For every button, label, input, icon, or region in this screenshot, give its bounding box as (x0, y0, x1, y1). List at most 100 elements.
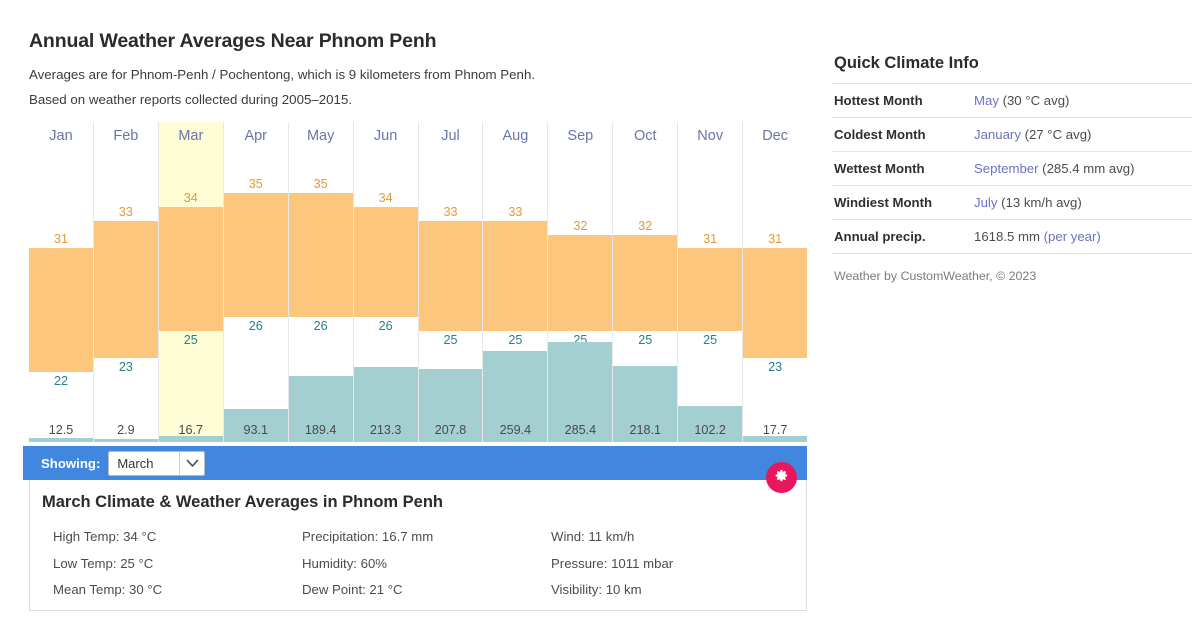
climate-info-link[interactable]: September (974, 161, 1039, 176)
climate-info-value: 1618.5 mm (per year) (974, 220, 1192, 254)
precipitation-value: 16.7 (178, 423, 204, 437)
precipitation-value: 17.7 (762, 423, 788, 437)
sidebar-title: Quick Climate Info (834, 54, 979, 72)
low-temp-value: 23 (118, 360, 133, 375)
temperature-range-bar (548, 234, 613, 331)
month-select[interactable]: March (108, 450, 206, 476)
climate-info-detail: (30 °C avg) (998, 93, 1070, 108)
precipitation-value: 218.1 (629, 423, 662, 437)
month-column-jul[interactable]: Jul 33 25 207.8 (418, 122, 484, 442)
month-column-oct[interactable]: Oct 32 25 218.1 (613, 122, 679, 442)
low-temp-value: 26 (378, 319, 393, 334)
temperature-range-bar (743, 248, 808, 359)
low-temp-value: 25 (183, 332, 198, 347)
month-column-dec[interactable]: Dec 31 23 17.7 (743, 122, 808, 442)
climate-info-link[interactable]: May (974, 93, 999, 108)
detail-stats-grid: High Temp: 34 °C Low Temp: 25 °C Mean Temp… (30, 524, 806, 604)
month-label: Oct (633, 128, 657, 144)
detail-column-3: Wind: 11 km/h Pressure: 1011 mbar Visibili… (551, 524, 800, 604)
high-temp-value: 34 (378, 191, 393, 206)
low-temp-value: 25 (443, 332, 458, 347)
low-temp-value: 25 (703, 332, 718, 347)
month-column-jan[interactable]: Jan 31 22 12.5 (29, 122, 94, 442)
detail-stat: Humidity: 60% (302, 555, 388, 571)
month-column-feb[interactable]: Feb 33 23 2.9 (93, 122, 159, 442)
showing-label: Showing: (41, 455, 101, 471)
climate-info-label: Hottest Month (834, 93, 923, 108)
climate-info-link[interactable]: (per year) (1044, 229, 1101, 244)
month-label: Dec (762, 128, 788, 144)
chevron-down-icon (179, 451, 204, 475)
precipitation-value: 93.1 (243, 423, 268, 437)
quick-climate-info-panel: Quick Climate Info Hottest Month May (30 … (832, 54, 1192, 283)
climate-info-link[interactable]: January (974, 127, 1021, 142)
climate-info-row: Annual precip. 1618.5 mm (per year) (832, 219, 1192, 254)
month-column-jun[interactable]: Jun 34 26 213.3 (353, 122, 419, 442)
climate-info-label: Coldest Month (834, 127, 926, 142)
climate-info-row: Hottest Month May (30 °C avg) (832, 83, 1192, 118)
climate-info-label: Wettest Month (834, 161, 925, 176)
precipitation-bar (29, 437, 93, 442)
month-label: Apr (244, 128, 268, 144)
climate-info-value: July (13 km/h avg) (974, 186, 1192, 220)
detail-column-2: Precipitation: 16.7 mm Humidity: 60% Dew P… (302, 524, 551, 604)
climate-info-label: Windiest Month (834, 195, 933, 210)
month-column-mar[interactable]: Mar 34 25 16.7 (158, 122, 224, 442)
detail-column-1: High Temp: 34 °C Low Temp: 25 °C Mean Temp… (53, 524, 302, 604)
precipitation-value: 259.4 (499, 423, 532, 437)
month-column-sep[interactable]: Sep 32 25 285.4 (548, 122, 614, 442)
low-temp-value: 26 (248, 319, 263, 334)
high-temp-value: 33 (118, 204, 133, 219)
detail-panel-title: March Climate & Weather Averages in Phno… (42, 493, 443, 511)
climate-info-row: Windiest Month July (13 km/h avg) (832, 185, 1192, 220)
month-column-apr[interactable]: Apr 35 26 93.1 (223, 122, 289, 442)
precipitation-value: 189.4 (304, 423, 337, 437)
precipitation-value: 12.5 (48, 423, 74, 437)
temperature-range-bar (29, 248, 93, 373)
temperature-range-bar (158, 207, 223, 331)
detail-stat: Low Temp: 25 °C (53, 555, 154, 571)
detail-stat: Wind: 11 km/h (551, 529, 635, 544)
page-title: Annual Weather Averages Near Phnom Penh (29, 30, 437, 52)
month-column-nov[interactable]: Nov 31 25 102.2 (678, 122, 744, 442)
month-label: Jul (441, 128, 460, 144)
precipitation-value: 213.3 (369, 423, 402, 437)
climate-info-row: Wettest Month September (285.4 mm avg) (832, 151, 1192, 186)
chart-toolbar: Showing: March (23, 446, 807, 480)
settings-button[interactable] (766, 462, 797, 493)
precipitation-bar (93, 439, 158, 442)
temperature-range-bar (613, 234, 678, 331)
temperature-range-bar (483, 220, 548, 331)
weather-chart: Jan 31 22 12.5 Feb 33 23 2.9 Mar 34 25 16.7 Apr 35 26 9… (29, 122, 808, 442)
low-temp-value: 25 (508, 332, 523, 347)
temperature-range-bar (353, 207, 418, 318)
month-column-aug[interactable]: Aug 33 25 259.4 (483, 122, 549, 442)
month-label: Jun (373, 128, 398, 144)
climate-info-value: September (285.4 mm avg) (974, 152, 1192, 186)
precipitation-value: 285.4 (564, 423, 597, 437)
temperature-range-bar (93, 220, 158, 359)
month-label: Sep (567, 128, 594, 144)
high-temp-value: 33 (443, 204, 458, 219)
temperature-range-bar (678, 248, 743, 331)
month-label: Feb (113, 128, 139, 144)
precipitation-value: 2.9 (117, 423, 135, 437)
month-select-value: March (117, 455, 154, 471)
detail-stat: Precipitation: 16.7 mm (302, 529, 434, 544)
low-temp-value: 22 (53, 374, 68, 389)
precipitation-bar (158, 436, 223, 442)
detail-stat: Mean Temp: 30 °C (53, 582, 163, 597)
page-subtitle-period: Based on weather reports collected durin… (29, 91, 353, 107)
temperature-range-bar (288, 193, 353, 318)
high-temp-value: 35 (313, 177, 328, 192)
detail-stat: High Temp: 34 °C (53, 529, 157, 544)
high-temp-value: 31 (703, 232, 718, 247)
month-detail-panel: March Climate & Weather Averages in Phno… (29, 480, 807, 611)
month-column-may[interactable]: May 35 26 189.4 (288, 122, 354, 442)
gear-icon (774, 468, 789, 488)
temperature-range-bar (223, 193, 288, 318)
high-temp-value: 31 (53, 232, 68, 247)
climate-info-link[interactable]: July (974, 195, 997, 210)
high-temp-value: 32 (573, 218, 588, 233)
climate-info-row: Coldest Month January (27 °C avg) (832, 117, 1192, 152)
